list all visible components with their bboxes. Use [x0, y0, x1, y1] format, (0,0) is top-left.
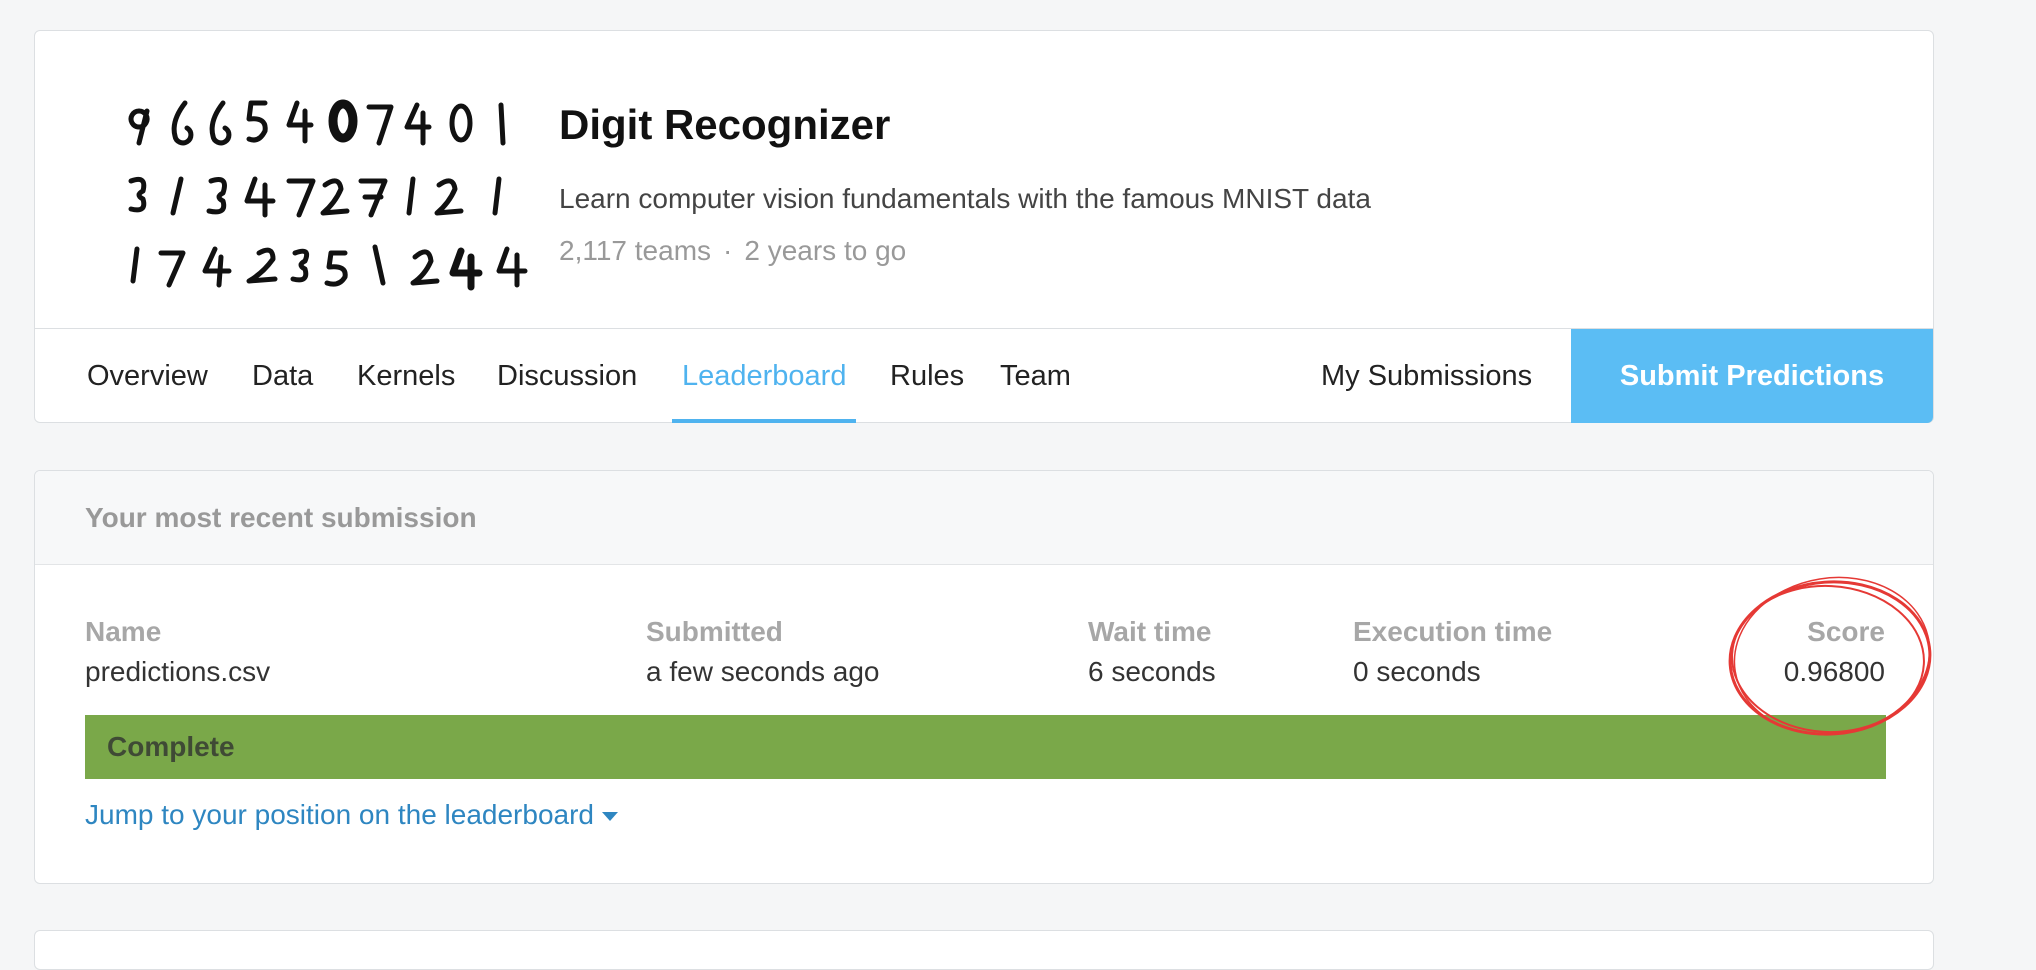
- name-label: Name: [85, 616, 162, 647]
- meta-separator: ·: [723, 235, 733, 266]
- tab-discussion[interactable]: Discussion: [487, 329, 647, 423]
- caret-down-icon: [602, 812, 618, 822]
- my-submissions-link[interactable]: My Submissions: [1311, 329, 1542, 423]
- competition-description: Learn computer vision fundamentals with …: [559, 183, 1371, 214]
- teams-count: 2,117 teams: [559, 235, 712, 266]
- tab-rules[interactable]: Rules: [880, 329, 974, 423]
- jump-link-label: Jump to your position on the leaderboard: [85, 799, 594, 830]
- name-value: predictions.csv: [85, 656, 271, 687]
- score-label: Score: [1807, 616, 1885, 647]
- recent-submission-card: Your most recent submission Name predict…: [34, 470, 1934, 884]
- score-value: 0.96800: [1783, 656, 1885, 687]
- submitted-value: a few seconds ago: [646, 656, 880, 687]
- submission-heading: Your most recent submission: [35, 471, 1933, 565]
- next-section-card: [34, 930, 1934, 970]
- tab-team[interactable]: Team: [990, 329, 1081, 423]
- jump-to-leaderboard-link[interactable]: Jump to your position on the leaderboard: [85, 799, 618, 831]
- wait-time-label: Wait time: [1088, 616, 1212, 647]
- execution-time-value: 0 seconds: [1353, 656, 1481, 687]
- competition-header: Digit Recognizer Learn computer vision f…: [34, 30, 1934, 423]
- competition-tabs: Overview Data Kernels Discussion Leaderb…: [35, 329, 1933, 423]
- status-complete-bar: Complete: [85, 715, 1886, 779]
- tab-kernels[interactable]: Kernels: [347, 329, 465, 423]
- wait-time-value: 6 seconds: [1088, 656, 1216, 687]
- mnist-digits-image: [128, 99, 528, 291]
- time-remaining: 2 years to go: [744, 235, 907, 266]
- competition-title: Digit Recognizer: [559, 101, 891, 148]
- execution-time-label: Execution time: [1353, 616, 1553, 647]
- tab-data[interactable]: Data: [242, 329, 323, 423]
- submit-predictions-button[interactable]: Submit Predictions: [1571, 329, 1933, 423]
- submitted-label: Submitted: [646, 616, 783, 647]
- tab-leaderboard[interactable]: Leaderboard: [672, 329, 857, 423]
- competition-meta: 2,117 teams · 2 years to go: [559, 235, 906, 267]
- tab-overview[interactable]: Overview: [77, 329, 218, 423]
